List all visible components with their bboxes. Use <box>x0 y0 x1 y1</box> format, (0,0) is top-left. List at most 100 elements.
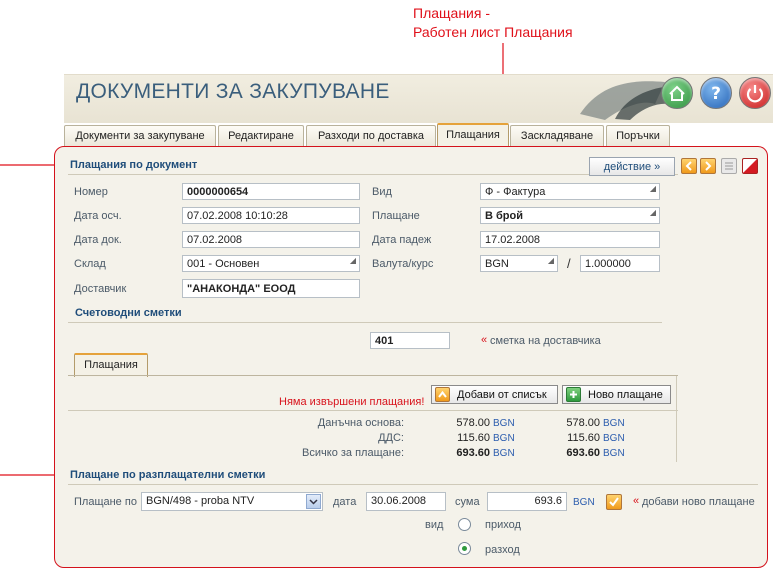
add-new-payment-label: добави ново плащане <box>642 496 755 508</box>
combo-resize-icon: ◢ <box>349 256 356 265</box>
action-button[interactable]: действие » <box>589 157 675 176</box>
divider <box>68 410 678 411</box>
settlement-section-title: Плащане по разплащателни сметки <box>70 469 266 481</box>
supplier-label: Доставчик <box>74 283 127 295</box>
no-payments-message: Няма извършени плащания! <box>279 396 425 408</box>
due-date-field[interactable]: 17.02.2008 <box>480 231 660 248</box>
power-button[interactable] <box>739 77 771 109</box>
grid-button[interactable] <box>721 158 737 174</box>
header-decoration <box>580 81 670 120</box>
combo-resize-icon: ◢ <box>649 184 656 193</box>
tab-orders[interactable]: Поръчки <box>606 125 670 147</box>
close-document-button[interactable] <box>742 158 758 174</box>
help-icon: ? <box>711 84 721 104</box>
currency-label: Валута/курс <box>372 258 434 270</box>
vat-value: 115.60 <box>457 432 490 444</box>
payment-select[interactable]: В брой ◢ <box>480 207 660 224</box>
vat-label: ДДС: <box>378 432 404 444</box>
power-icon <box>746 85 764 103</box>
tab-edit[interactable]: Редактиране <box>218 125 304 147</box>
combo-resize-icon: ◢ <box>547 256 554 265</box>
divider <box>68 375 678 376</box>
new-payment-button[interactable]: Ново плащане <box>562 385 671 404</box>
tax-base-value: 578.00 <box>456 417 490 429</box>
sum-currency-label: BGN <box>573 497 595 508</box>
home-icon <box>669 85 685 101</box>
tab-purchase-documents[interactable]: Документи за закупуване <box>64 125 216 147</box>
next-button[interactable] <box>700 158 716 174</box>
due-date-label: Дата падеж <box>372 234 432 246</box>
tax-base-label: Данъчна основа: <box>317 417 404 429</box>
svg-text:?: ? <box>711 84 721 104</box>
income-label: приход <box>485 519 521 531</box>
currency-label: BGN <box>603 418 625 429</box>
payment-date-field[interactable]: 30.06.2008 <box>366 492 446 511</box>
chevron-down-icon <box>309 499 318 505</box>
payment-value: В брой <box>485 210 523 222</box>
warehouse-select[interactable]: 001 - Основен ◢ <box>182 255 360 272</box>
checkmark-icon <box>609 497 619 507</box>
total-value-2: 693.60 <box>566 447 600 459</box>
tab-payments[interactable]: Плащания <box>437 123 509 147</box>
bank-account-select[interactable]: BGN/498 - proba NTV <box>141 492 323 511</box>
payment-label: Плащане <box>372 210 420 222</box>
date-label: дата <box>333 496 357 508</box>
divider <box>676 376 677 462</box>
payment-sum-field[interactable]: 693.6 <box>487 492 567 511</box>
slash-separator: / <box>567 256 571 271</box>
help-button[interactable]: ? <box>700 77 732 109</box>
pay-by-label: Плащане по <box>74 496 137 508</box>
page-title: ДОКУМЕНТИ ЗА ЗАКУПУВАНЕ <box>76 80 390 103</box>
rate-field[interactable]: 1.000000 <box>580 255 660 272</box>
add-from-list-label: Добави от списък <box>457 389 547 401</box>
account-note-mark: « <box>481 334 488 346</box>
add-from-list-button[interactable]: Добави от списък <box>431 385 558 404</box>
divider <box>68 484 758 485</box>
warehouse-value: 001 - Основен <box>187 258 260 270</box>
kind-label: вид <box>425 519 444 531</box>
date-doc-field[interactable]: 07.02.2008 <box>182 231 360 248</box>
total-value: 693.60 <box>456 447 490 459</box>
account-note: сметка на доставчика <box>490 335 601 347</box>
combo-resize-icon: ◢ <box>649 208 656 217</box>
type-value: Ф - Фактура <box>485 186 546 198</box>
sum-label: сума <box>455 496 480 508</box>
number-field[interactable]: 0000000654 <box>182 183 360 200</box>
document-section-title: Плащания по документ <box>70 159 198 171</box>
chevron-left-icon <box>685 161 692 171</box>
list-icon <box>725 162 733 170</box>
tab-stocking[interactable]: Заскладяване <box>510 125 604 147</box>
type-select[interactable]: Ф - Фактура ◢ <box>480 183 660 200</box>
income-radio[interactable] <box>458 518 471 531</box>
dropdown-button[interactable] <box>306 494 321 509</box>
date-acc-label: Дата осч. <box>74 210 122 222</box>
diagonal-close-icon <box>743 159 757 173</box>
expense-radio[interactable] <box>458 542 471 555</box>
currency-value: BGN <box>485 258 509 270</box>
divider <box>68 174 678 175</box>
warehouse-label: Склад <box>74 258 106 270</box>
date-acc-field[interactable]: 07.02.2008 10:10:28 <box>182 207 360 224</box>
number-label: Номер <box>74 186 108 198</box>
currency-label: BGN <box>603 448 625 459</box>
currency-label: BGN <box>493 433 515 444</box>
currency-select[interactable]: BGN ◢ <box>480 255 558 272</box>
currency-label: BGN <box>603 433 625 444</box>
prev-button[interactable] <box>681 158 697 174</box>
expense-label: разход <box>485 544 520 556</box>
type-label: Вид <box>372 186 392 198</box>
plus-icon <box>566 387 581 402</box>
chevron-right-icon <box>705 161 712 171</box>
add-note-mark: « <box>633 495 640 507</box>
tab-delivery-costs[interactable]: Разходи по доставка <box>306 125 436 147</box>
accounts-section-title: Счетоводни сметки <box>75 307 182 319</box>
supplier-account-field[interactable]: 401 <box>370 332 450 349</box>
payments-subtab[interactable]: Плащания <box>74 353 148 377</box>
add-payment-button[interactable] <box>606 494 622 510</box>
currency-label: BGN <box>493 418 515 429</box>
currency-label: BGN <box>493 448 515 459</box>
bank-account-value: BGN/498 - proba NTV <box>146 495 255 507</box>
home-button[interactable] <box>661 77 693 109</box>
supplier-field[interactable]: "АНАКОНДА" ЕООД <box>182 279 360 298</box>
radio-selected-dot <box>462 546 467 551</box>
